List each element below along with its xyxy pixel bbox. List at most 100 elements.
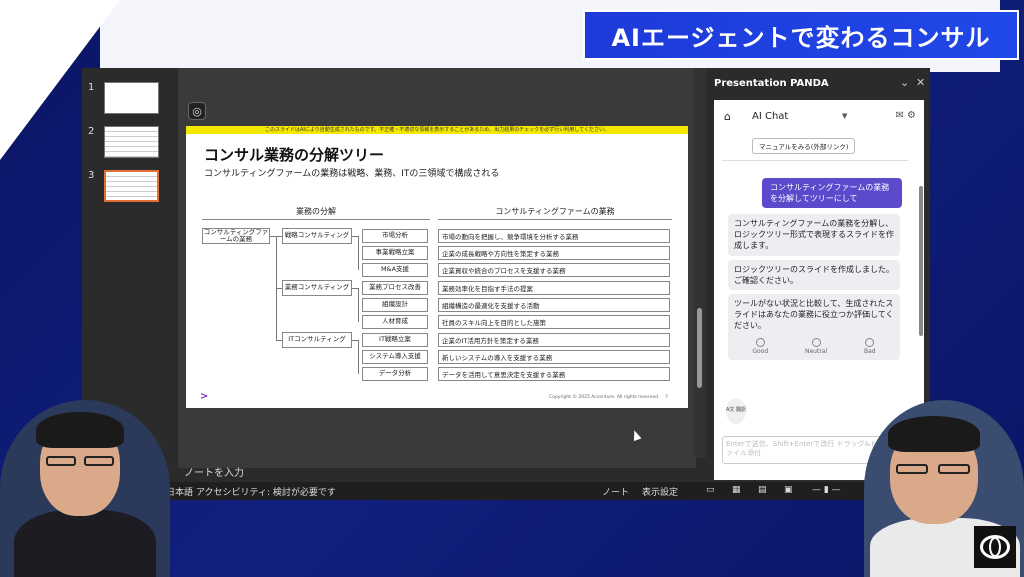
neutral-face-icon bbox=[811, 337, 821, 347]
assistant-feedback-message: ツールがない状況と比較して、生成されたスライドはあなたの業務に役立つか評価してく… bbox=[728, 294, 900, 360]
slide-thumbnail-2[interactable] bbox=[104, 126, 159, 158]
feedback-neutral-button[interactable]: Neutral bbox=[805, 337, 828, 356]
header-icons: ✉ ⚙ bbox=[895, 110, 916, 121]
description-cell: 企業のIT活用方針を策定する業務 bbox=[438, 333, 670, 347]
assistant-message: ロジックツリーのスライドを作成しました。ご確認ください。 bbox=[728, 260, 900, 291]
presenter-hair bbox=[36, 412, 124, 448]
normal-view-icon[interactable]: ▭ bbox=[706, 485, 715, 495]
thumbnail-number: 3 bbox=[88, 170, 95, 181]
tree-column-header: 業務の分解 bbox=[202, 206, 430, 220]
chat-scrollbar-thumb[interactable] bbox=[919, 186, 923, 336]
tree-leaf-node: 事業戦略立案 bbox=[362, 246, 428, 260]
slide-subtitle[interactable]: コンサルティングファームの業務は戦略、業務、ITの三領域で構成される bbox=[204, 166, 499, 179]
slide-thumbnail-3[interactable] bbox=[104, 170, 159, 202]
tree-leaf-node: IT戦略立案 bbox=[362, 333, 428, 347]
panel-title: Presentation PANDA bbox=[714, 78, 829, 89]
caret-down-icon[interactable]: ▼ bbox=[842, 112, 847, 120]
description-cell: 社員のスキル向上を目的とした施策 bbox=[438, 315, 670, 329]
glasses-icon bbox=[896, 464, 928, 474]
feedback-bad-button[interactable]: Bad bbox=[863, 337, 876, 356]
display-settings-button[interactable]: 表示設定 bbox=[642, 485, 678, 498]
description-cell: 新しいシステムの導入を支援する業務 bbox=[438, 350, 670, 364]
assistant-message: コンサルティングファームの業務を分解し、ロジックツリー形式で表現するスライドを作… bbox=[728, 214, 900, 256]
tree-leaf-node: M&A支援 bbox=[362, 263, 428, 277]
chevron-down-icon[interactable]: ⌄ bbox=[900, 76, 909, 89]
feedback-good-button[interactable]: Good bbox=[752, 337, 769, 356]
accessibility-status[interactable]: アクセシビリティ: 検討が必要です bbox=[196, 485, 336, 498]
thumbnail-number: 2 bbox=[88, 126, 95, 137]
slide-footer: Copyright © 2025 Accenture. All rights r… bbox=[549, 395, 668, 400]
tree-category-node: ITコンサルティング bbox=[282, 332, 352, 348]
notes-toggle[interactable]: ノート bbox=[602, 485, 629, 498]
slide-title[interactable]: コンサル業務の分解ツリー bbox=[204, 144, 384, 165]
presenter-left bbox=[0, 400, 170, 577]
description-cell: データを活用して意思決定を支援する業務 bbox=[438, 367, 670, 381]
glasses-icon bbox=[84, 456, 114, 466]
tree-leaf-node: 業務プロセス改善 bbox=[362, 281, 428, 295]
tree-leaf-node: システム導入支援 bbox=[362, 350, 428, 364]
home-icon[interactable]: ⌂ bbox=[724, 110, 731, 123]
connector bbox=[358, 288, 359, 322]
slide-canvas[interactable]: このスライドはAIにより自動生成されたものです。不正確・不適切な情報を表示するこ… bbox=[186, 126, 688, 408]
ai-generated-notice: このスライドはAIにより自動生成されたものです。不正確・不適切な情報を表示するこ… bbox=[186, 126, 688, 134]
translate-button[interactable]: A文 翻訳 bbox=[726, 398, 746, 424]
chat-scrollbar[interactable] bbox=[918, 176, 924, 396]
reading-view-icon[interactable]: ▤ bbox=[758, 485, 767, 495]
page-number: 7 bbox=[665, 395, 668, 400]
tree-leaf-node: データ分析 bbox=[362, 367, 428, 381]
powerpoint-window: 1 2 3 ◎ このスライドはAIにより自動生成されたものです。不正確・不適切な… bbox=[82, 68, 930, 500]
scrollbar-thumb[interactable] bbox=[697, 308, 702, 388]
slide-thumbnail-1[interactable] bbox=[104, 82, 159, 114]
feedback-label: Good bbox=[752, 347, 769, 355]
zoom-slider[interactable]: — ▮ — bbox=[812, 485, 841, 495]
tree-leaf-node: 人材育成 bbox=[362, 315, 428, 329]
accenture-logo: > bbox=[200, 391, 209, 402]
presenter-suit bbox=[14, 510, 156, 577]
smile-icon bbox=[755, 337, 765, 347]
connector bbox=[358, 236, 359, 270]
mail-icon[interactable]: ✉ bbox=[895, 110, 903, 121]
feedback-prompt: ツールがない状況と比較して、生成されたスライドはあなたの業務に役立つか評価してく… bbox=[734, 299, 894, 331]
slide-sorter-icon[interactable]: ▦ bbox=[732, 485, 741, 495]
copyright-text: Copyright © 2025 Accenture. All rights r… bbox=[549, 395, 660, 400]
description-cell: 業務効率化を目指す手法の提案 bbox=[438, 281, 670, 295]
thumbnail-row-2[interactable]: 2 bbox=[88, 126, 159, 158]
description-column-header: コンサルティングファームの業務 bbox=[438, 206, 672, 220]
connector bbox=[358, 340, 359, 374]
tree-leaf-node: 市場分析 bbox=[362, 229, 428, 243]
frown-icon bbox=[865, 337, 875, 347]
divider bbox=[722, 160, 908, 161]
feedback-label: Neutral bbox=[805, 347, 828, 355]
description-cell: 組織構造の最適化を支援する活動 bbox=[438, 298, 670, 312]
language-indicator[interactable]: 日本語 bbox=[166, 485, 193, 498]
tree-root-node: コンサルティングファームの業務 bbox=[202, 227, 270, 244]
close-icon[interactable]: ✕ bbox=[916, 76, 925, 89]
feedback-label: Bad bbox=[863, 347, 876, 355]
description-cell: 市場の動向を把握し、競争環境を分析する業務 bbox=[438, 229, 670, 243]
tree-category-node: 戦略コンサルティング bbox=[282, 228, 352, 244]
chat-mode-select[interactable]: AI Chat bbox=[752, 111, 788, 122]
thumbnail-number: 1 bbox=[88, 82, 95, 93]
feedback-buttons: Good Neutral Bad bbox=[734, 337, 894, 356]
tree-leaf-node: 組織設計 bbox=[362, 298, 428, 312]
description-cell: 企業の成長戦略や方向性を策定する業務 bbox=[438, 246, 670, 260]
description-cell: 企業買収や統合のプロセスを支援する業務 bbox=[438, 263, 670, 277]
presenter-hair bbox=[888, 416, 980, 452]
status-bar: 日本語 アクセシビリティ: 検討が必要です ノート 表示設定 ▭ ▦ ▤ ▣ —… bbox=[82, 482, 930, 500]
program-title-banner: AIエージェントで変わるコンサル bbox=[583, 10, 1019, 60]
thumbnail-row-3[interactable]: 3 bbox=[88, 170, 159, 202]
gear-icon[interactable]: ⚙ bbox=[907, 110, 916, 121]
slide-editor[interactable]: ◎ このスライドはAIにより自動生成されたものです。不正確・不適切な情報を表示す… bbox=[178, 68, 696, 468]
glasses-icon bbox=[938, 464, 970, 474]
channel-watermark-icon bbox=[974, 526, 1016, 568]
slideshow-icon[interactable]: ▣ bbox=[784, 485, 793, 495]
copilot-icon[interactable]: ◎ bbox=[188, 102, 206, 120]
editor-scrollbar[interactable] bbox=[694, 68, 706, 458]
thumbnail-row-1[interactable]: 1 bbox=[88, 82, 159, 114]
manual-link-button[interactable]: マニュアルをみる(外部リンク) bbox=[752, 138, 856, 154]
user-message: コンサルティングファームの業務を分解してツリーにして bbox=[762, 178, 902, 209]
channel-logo-icon bbox=[22, 14, 86, 62]
tree-category-node: 業務コンサルティング bbox=[282, 280, 352, 296]
glasses-icon bbox=[46, 456, 76, 466]
notes-field[interactable]: ノートを入力 bbox=[178, 464, 696, 479]
